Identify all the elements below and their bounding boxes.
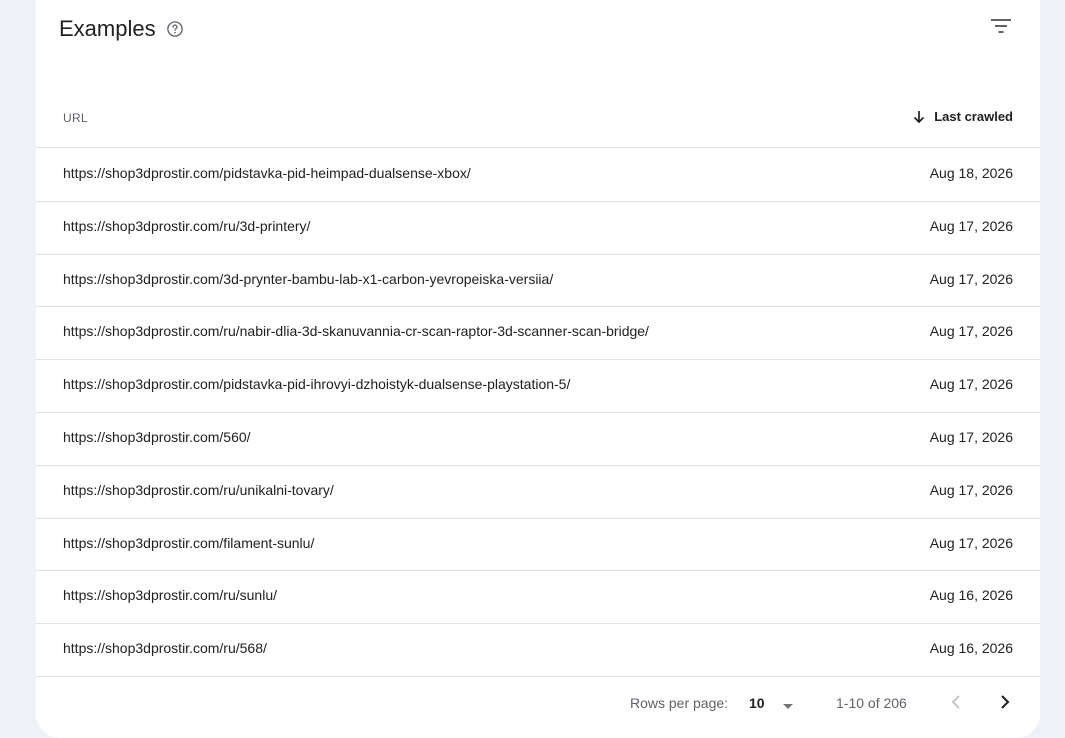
row-last-crawled: Aug 17, 2026 xyxy=(929,481,1013,498)
row-last-crawled: Aug 17, 2026 xyxy=(929,323,1013,340)
chevron-right-icon[interactable] xyxy=(997,692,1013,712)
row-url[interactable]: https://shop3dprostir.com/3d-prynter-bam… xyxy=(63,271,553,287)
column-header-url[interactable]: URL xyxy=(63,111,88,125)
table-row[interactable]: https://shop3dprostir.com/ru/nabir-dlia-… xyxy=(36,307,1040,361)
filter-list-icon[interactable] xyxy=(990,17,1012,35)
row-url[interactable]: https://shop3dprostir.com/filament-sunlu… xyxy=(63,535,314,551)
row-last-crawled: Aug 17, 2026 xyxy=(929,428,1013,445)
row-last-crawled: Aug 17, 2026 xyxy=(929,534,1013,551)
rows-per-page-label: Rows per page: xyxy=(630,695,729,711)
table-row[interactable]: https://shop3dprostir.com/ru/3d-printery… xyxy=(36,202,1040,255)
row-url[interactable]: https://shop3dprostir.com/pidstavka-pid-… xyxy=(63,165,471,181)
row-url[interactable]: https://shop3dprostir.com/pidstavka-pid-… xyxy=(63,376,570,392)
row-url[interactable]: https://shop3dprostir.com/ru/3d-printery… xyxy=(63,218,310,234)
column-header-last-crawled[interactable]: Last crawled xyxy=(913,109,1013,124)
chevron-left-icon[interactable] xyxy=(948,692,964,712)
table-row[interactable]: https://shop3dprostir.com/ru/unikalni-to… xyxy=(36,466,1040,519)
row-url[interactable]: https://shop3dprostir.com/ru/nabir-dlia-… xyxy=(63,323,649,339)
table-row[interactable]: https://shop3dprostir.com/3d-prynter-bam… xyxy=(36,255,1040,308)
row-url[interactable]: https://shop3dprostir.com/ru/568/ xyxy=(63,640,267,656)
help-circle-icon[interactable] xyxy=(166,20,184,38)
table-body: https://shop3dprostir.com/pidstavka-pid-… xyxy=(36,149,1040,677)
card-header: Examples xyxy=(59,16,184,42)
pagination-bar: Rows per page: 10 1-10 of 206 xyxy=(36,688,1040,724)
table-row[interactable]: https://shop3dprostir.com/filament-sunlu… xyxy=(36,519,1040,572)
table-row[interactable]: https://shop3dprostir.com/pidstavka-pid-… xyxy=(36,149,1040,202)
table-header: URL Last crawled xyxy=(36,100,1040,148)
row-url[interactable]: https://shop3dprostir.com/ru/unikalni-to… xyxy=(63,482,334,498)
card-title: Examples xyxy=(59,16,156,41)
row-last-crawled: Aug 16, 2026 xyxy=(929,640,1013,657)
rows-per-page-select[interactable]: 10 xyxy=(749,695,765,711)
row-last-crawled: Aug 17, 2026 xyxy=(929,217,1013,234)
caret-down-icon[interactable] xyxy=(782,698,794,709)
pagination-range: 1-10 of 206 xyxy=(836,695,907,711)
row-last-crawled: Aug 18, 2026 xyxy=(929,165,1013,181)
examples-card: Examples URL Last crawled https://shop3d… xyxy=(36,0,1040,738)
table-row[interactable]: https://shop3dprostir.com/pidstavka-pid-… xyxy=(36,360,1040,413)
table-row[interactable]: https://shop3dprostir.com/ru/sunlu/Aug 1… xyxy=(36,571,1040,625)
row-url[interactable]: https://shop3dprostir.com/560/ xyxy=(63,429,251,445)
column-header-last-crawled-label: Last crawled xyxy=(934,109,1013,124)
row-url[interactable]: https://shop3dprostir.com/ru/sunlu/ xyxy=(63,587,277,603)
row-last-crawled: Aug 16, 2026 xyxy=(929,587,1013,604)
table-row[interactable]: https://shop3dprostir.com/560/Aug 17, 20… xyxy=(36,413,1040,466)
row-last-crawled: Aug 17, 2026 xyxy=(929,376,1013,393)
row-last-crawled: Aug 17, 2026 xyxy=(929,270,1013,287)
table-row[interactable]: https://shop3dprostir.com/ru/568/Aug 16,… xyxy=(36,624,1040,677)
arrow-down-icon xyxy=(914,110,925,123)
